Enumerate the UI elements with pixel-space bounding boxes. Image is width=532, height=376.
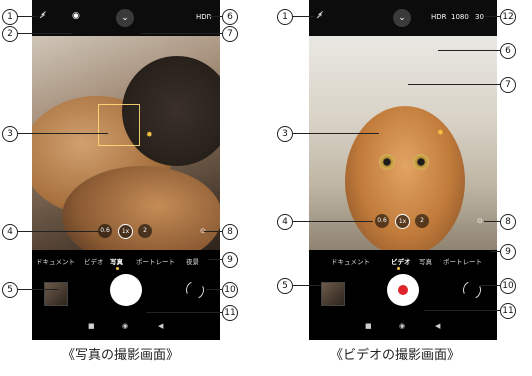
zoom-2[interactable]: 2	[415, 214, 429, 228]
callout-7: 7	[500, 77, 516, 93]
mode-bar: ドキュメント ビデオ 写真 ポートレート	[309, 250, 497, 272]
top-bar: ⚡̸ ⌄ HDR 1080 30	[309, 0, 497, 36]
mode-night[interactable]: 夜景	[186, 256, 199, 266]
mode-video[interactable]: ビデオ	[84, 256, 104, 266]
photo-screen: ⚡̸ ◉ ⌄ HDR ✸ 0.6 1x 2 ⊙ ドキュメント ビデオ 写真 ポー…	[32, 0, 220, 340]
camera-preview[interactable]: ✸ 0.6 1x 2 ⊙	[309, 36, 497, 250]
video-screen-caption: 《ビデオの撮影画面》	[330, 348, 461, 363]
bottom-controls: ■ ◉ ◀	[309, 272, 497, 340]
chevron-down-icon[interactable]: ⌄	[116, 9, 134, 27]
record-icon	[398, 285, 408, 295]
home-icon[interactable]: ◉	[399, 322, 405, 330]
zoom-selector: 0.6 1x 2 ⊙	[309, 214, 497, 230]
callout-1: 1	[2, 9, 18, 25]
switch-camera-icon[interactable]	[183, 278, 207, 302]
kitten-eye	[379, 154, 395, 170]
hdr-toggle[interactable]: HDR	[196, 12, 212, 22]
switch-camera-icon[interactable]	[460, 278, 484, 302]
callout-10: 10	[500, 278, 516, 294]
zoom-0-6[interactable]: 0.6	[98, 224, 112, 238]
mode-photo[interactable]: 写真	[110, 256, 123, 266]
callout-12: 12	[500, 9, 516, 25]
zoom-1x[interactable]: 1x	[118, 224, 133, 239]
callout-3: 3	[277, 126, 293, 142]
callout-5: 5	[2, 282, 18, 298]
status-icon[interactable]: ◉	[72, 11, 80, 21]
zoom-1x[interactable]: 1x	[395, 214, 410, 229]
mode-portrait[interactable]: ポートレート	[136, 256, 175, 266]
gallery-thumbnail[interactable]	[44, 282, 68, 306]
zoom-2[interactable]: 2	[138, 224, 152, 238]
callout-5: 5	[277, 278, 293, 294]
mode-document[interactable]: ドキュメント	[36, 256, 75, 266]
flash-off-icon[interactable]: ⚡̸	[317, 11, 323, 21]
mode-indicator	[116, 267, 119, 270]
resolution-setting[interactable]: 1080	[451, 12, 469, 22]
callout-6: 6	[500, 43, 516, 59]
shutter-button[interactable]	[110, 274, 142, 306]
photo-screen-caption: 《写真の撮影画面》	[62, 348, 180, 363]
recent-apps-icon[interactable]: ■	[88, 322, 95, 330]
video-screen: ⚡̸ ⌄ HDR 1080 30 ✸ 0.6 1x 2 ⊙ ドキュメント ビデオ…	[309, 0, 497, 340]
callout-11: 11	[222, 305, 238, 321]
bottom-controls: ■ ◉ ◀	[32, 272, 220, 340]
callout-2: 2	[2, 26, 18, 42]
callout-11: 11	[500, 303, 516, 319]
callout-8: 8	[222, 224, 238, 240]
callout-7: 7	[222, 26, 238, 42]
callout-4: 4	[277, 214, 293, 230]
callout-1: 1	[277, 9, 293, 25]
mode-bar: ドキュメント ビデオ 写真 ポートレート 夜景	[32, 250, 220, 272]
gallery-thumbnail[interactable]	[321, 282, 345, 306]
flash-off-icon[interactable]: ⚡̸	[40, 11, 46, 21]
nav-bar: ■ ◉ ◀	[32, 320, 220, 336]
home-icon[interactable]: ◉	[122, 322, 128, 330]
callout-9: 9	[222, 252, 238, 268]
camera-preview[interactable]: ✸ 0.6 1x 2 ⊙	[32, 36, 220, 250]
focus-frame	[98, 104, 140, 146]
top-bar: ⚡̸ ◉ ⌄ HDR	[32, 0, 220, 36]
mode-portrait[interactable]: ポートレート	[443, 256, 482, 266]
record-button[interactable]	[387, 274, 419, 306]
brightness-icon[interactable]: ✸	[146, 130, 153, 139]
zoom-selector: 0.6 1x 2 ⊙	[32, 224, 220, 240]
recent-apps-icon[interactable]: ■	[365, 322, 372, 330]
kitten-eye	[413, 154, 429, 170]
lens-icon[interactable]: ⊙	[477, 217, 483, 225]
mode-indicator	[397, 267, 400, 270]
fps-setting[interactable]: 30	[475, 12, 484, 22]
zoom-0-6[interactable]: 0.6	[375, 214, 389, 228]
chevron-down-icon[interactable]: ⌄	[393, 9, 411, 27]
callout-6: 6	[222, 9, 238, 25]
hdr-toggle[interactable]: HDR	[431, 12, 447, 22]
nav-bar: ■ ◉ ◀	[309, 320, 497, 336]
brightness-icon[interactable]: ✸	[437, 128, 444, 137]
callout-9: 9	[500, 244, 516, 260]
callout-3: 3	[2, 126, 18, 142]
back-icon[interactable]: ◀	[435, 322, 440, 330]
back-icon[interactable]: ◀	[158, 322, 163, 330]
mode-photo[interactable]: 写真	[419, 256, 432, 266]
mode-video[interactable]: ビデオ	[391, 256, 411, 266]
mode-document[interactable]: ドキュメント	[331, 256, 370, 266]
callout-10: 10	[222, 282, 238, 298]
callout-8: 8	[500, 214, 516, 230]
callout-4: 4	[2, 224, 18, 240]
